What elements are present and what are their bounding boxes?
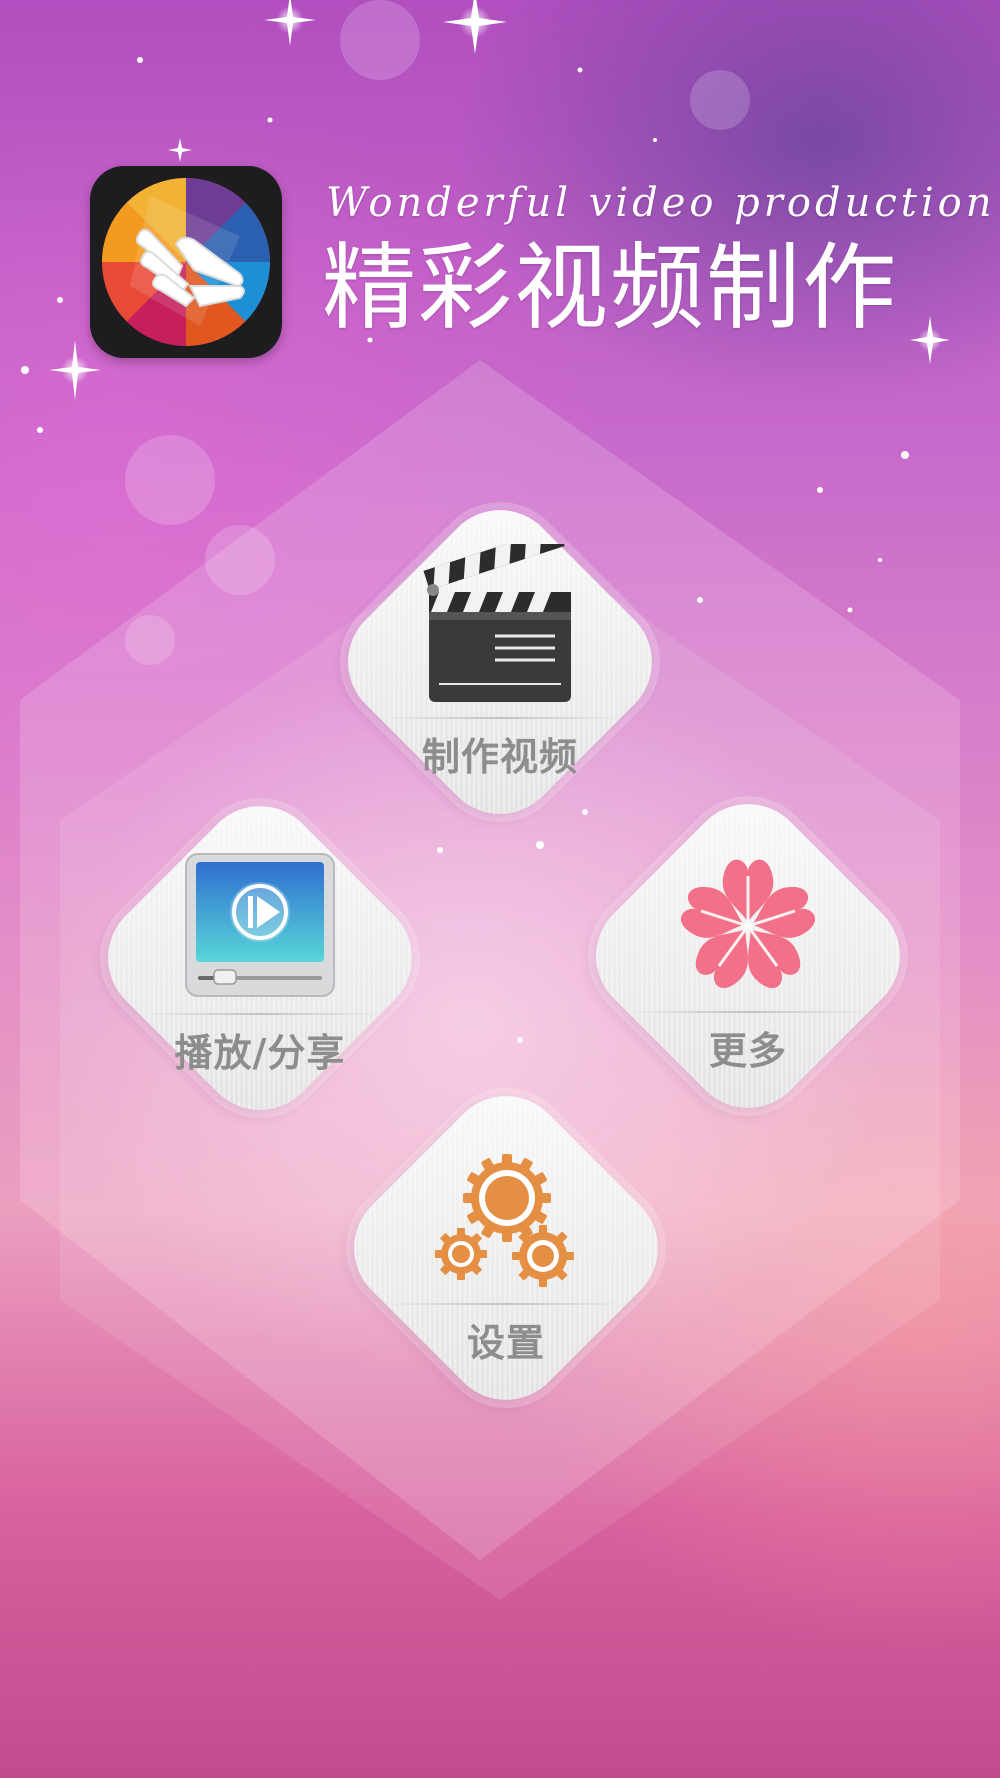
app-logo (90, 166, 282, 358)
tile-divider (380, 717, 620, 719)
flower-icon (680, 859, 816, 988)
settings-label: 设置 (466, 1321, 545, 1365)
make-video-label: 制作视频 (421, 735, 578, 779)
slogan-english: Wonderful video production (326, 180, 996, 226)
tile-divider (386, 1303, 626, 1305)
app-logo-icon (102, 178, 270, 346)
tile-divider (140, 1013, 380, 1015)
gears-icon (435, 1154, 574, 1287)
video-player-icon (185, 853, 335, 997)
settings-button[interactable]: 设置 (326, 1068, 686, 1428)
slogan-chinese: 精彩视频制作 (322, 234, 899, 343)
more-label: 更多 (708, 1029, 787, 1073)
tile-divider (628, 1011, 868, 1013)
clapperboard-icon (423, 544, 571, 702)
